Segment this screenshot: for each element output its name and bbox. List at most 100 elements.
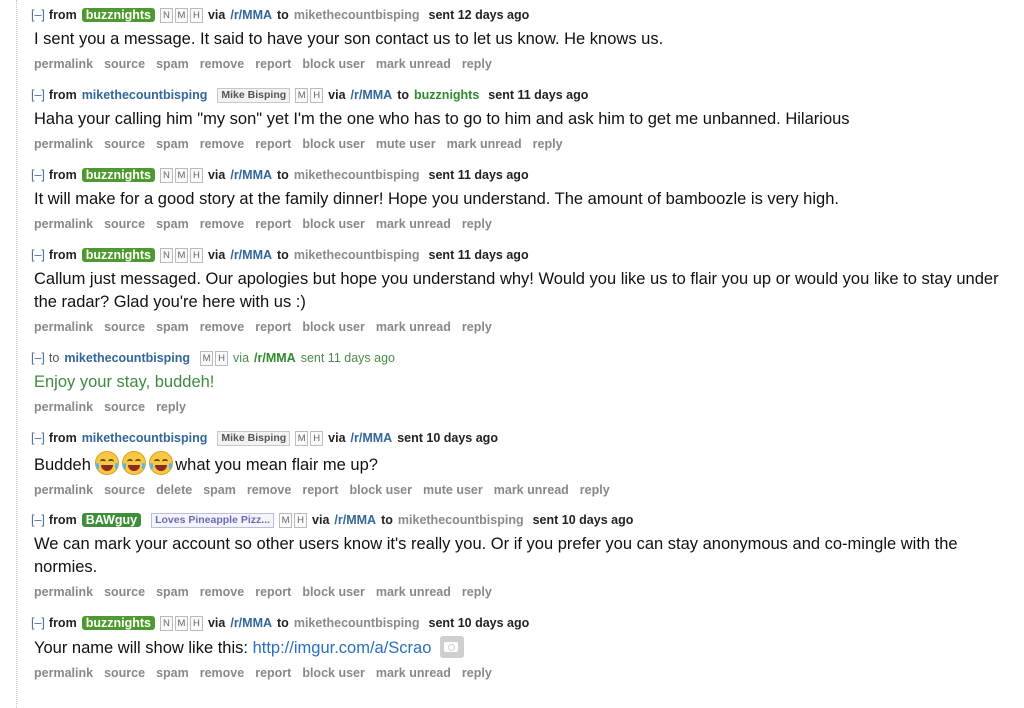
action-mark-unread[interactable]: mark unread [376,217,451,233]
action-source[interactable]: source [104,666,145,682]
action-mark-unread[interactable]: mark unread [376,57,451,73]
recipient-link[interactable]: mikethecountbisping [294,8,420,22]
action-spam[interactable]: spam [156,137,189,153]
imgur-link[interactable]: http://imgur.com/a/Scrao [253,639,432,657]
note-tag-h[interactable]: H [189,7,203,23]
action-spam[interactable]: spam [156,320,189,336]
action-source[interactable]: source [104,585,145,601]
subreddit-link[interactable]: /r/MMA [351,431,393,445]
note-tag-m[interactable]: M [174,7,188,23]
action-mark-unread[interactable]: mark unread [494,483,569,499]
recipient-link[interactable]: mikethecountbisping [294,616,420,630]
action-remove[interactable]: remove [200,320,244,336]
action-block-user[interactable]: block user [302,57,365,73]
note-tag-h[interactable]: H [310,430,324,446]
note-tag-h[interactable]: H [189,247,203,263]
collapse-toggle[interactable]: [–] [31,616,45,630]
action-remove[interactable]: remove [200,137,244,153]
note-tag-m[interactable]: M [295,430,309,446]
action-spam[interactable]: spam [156,666,189,682]
action-mark-unread[interactable]: mark unread [376,320,451,336]
action-block-user[interactable]: block user [302,666,365,682]
action-reply[interactable]: reply [462,585,492,601]
action-source[interactable]: source [104,57,145,73]
action-report[interactable]: report [255,217,291,233]
action-source[interactable]: source [104,483,145,499]
action-reply[interactable]: reply [462,217,492,233]
action-reply[interactable]: reply [462,320,492,336]
action-spam[interactable]: spam [156,57,189,73]
subreddit-link[interactable]: /r/MMA [230,616,272,630]
action-remove[interactable]: remove [247,483,291,499]
action-block-user[interactable]: block user [302,217,365,233]
action-reply[interactable]: reply [462,666,492,682]
author-link[interactable]: buzznights [81,616,155,630]
action-report[interactable]: report [302,483,338,499]
action-reply[interactable]: reply [580,483,610,499]
subreddit-link[interactable]: /r/MMA [230,8,272,22]
note-tag-h[interactable]: H [189,615,203,631]
action-source[interactable]: source [104,217,145,233]
collapse-toggle[interactable]: [–] [31,168,45,182]
action-mark-unread[interactable]: mark unread [376,666,451,682]
action-mute-user[interactable]: mute user [376,137,436,153]
action-block-user[interactable]: block user [302,137,365,153]
collapse-toggle[interactable]: [–] [31,513,45,527]
action-source[interactable]: source [104,320,145,336]
recipient-link[interactable]: mikethecountbisping [294,248,420,262]
author-link[interactable]: buzznights [81,168,155,182]
note-tag-m[interactable]: M [174,615,188,631]
note-tag-m[interactable]: M [174,247,188,263]
action-permalink[interactable]: permalink [34,400,93,416]
note-tag-n[interactable]: N [159,615,173,631]
collapse-toggle[interactable]: [–] [31,351,45,365]
recipient-link[interactable]: mikethecountbisping [398,513,524,527]
author-link[interactable]: mikethecountbisping [82,431,208,445]
action-remove[interactable]: remove [200,57,244,73]
action-permalink[interactable]: permalink [34,217,93,233]
note-tag-h[interactable]: H [189,167,203,183]
author-link[interactable]: BAWguy [81,513,142,527]
recipient-link[interactable]: mikethecountbisping [64,351,190,365]
collapse-toggle[interactable]: [–] [31,8,45,22]
note-tag-m[interactable]: M [279,512,293,528]
collapse-toggle[interactable]: [–] [31,431,45,445]
note-tag-m[interactable]: M [200,350,214,366]
collapse-toggle[interactable]: [–] [31,248,45,262]
action-permalink[interactable]: permalink [34,137,93,153]
action-permalink[interactable]: permalink [34,585,93,601]
action-report[interactable]: report [255,666,291,682]
action-mark-unread[interactable]: mark unread [376,585,451,601]
collapse-toggle[interactable]: [–] [31,88,45,102]
note-tag-n[interactable]: N [159,7,173,23]
action-spam[interactable]: spam [156,217,189,233]
subreddit-link[interactable]: /r/MMA [254,351,296,365]
action-source[interactable]: source [104,137,145,153]
recipient-link[interactable]: mikethecountbisping [294,168,420,182]
action-permalink[interactable]: permalink [34,483,93,499]
author-link[interactable]: buzznights [81,248,155,262]
action-permalink[interactable]: permalink [34,666,93,682]
note-tag-m[interactable]: M [174,167,188,183]
action-report[interactable]: report [255,137,291,153]
action-mark-unread[interactable]: mark unread [447,137,522,153]
note-tag-h[interactable]: H [310,87,324,103]
action-reply[interactable]: reply [156,400,186,416]
note-tag-h[interactable]: H [215,350,229,366]
subreddit-link[interactable]: /r/MMA [230,248,272,262]
action-block-user[interactable]: block user [302,320,365,336]
author-link[interactable]: buzznights [81,8,155,22]
camera-icon[interactable] [440,636,464,658]
note-tag-n[interactable]: N [159,167,173,183]
action-reply[interactable]: reply [533,137,563,153]
note-tag-m[interactable]: M [295,87,309,103]
action-remove[interactable]: remove [200,666,244,682]
note-tag-h[interactable]: H [294,512,308,528]
action-mute-user[interactable]: mute user [423,483,483,499]
action-block-user[interactable]: block user [302,585,365,601]
subreddit-link[interactable]: /r/MMA [351,88,393,102]
action-block-user[interactable]: block user [349,483,412,499]
action-permalink[interactable]: permalink [34,57,93,73]
subreddit-link[interactable]: /r/MMA [230,168,272,182]
action-spam[interactable]: spam [203,483,236,499]
